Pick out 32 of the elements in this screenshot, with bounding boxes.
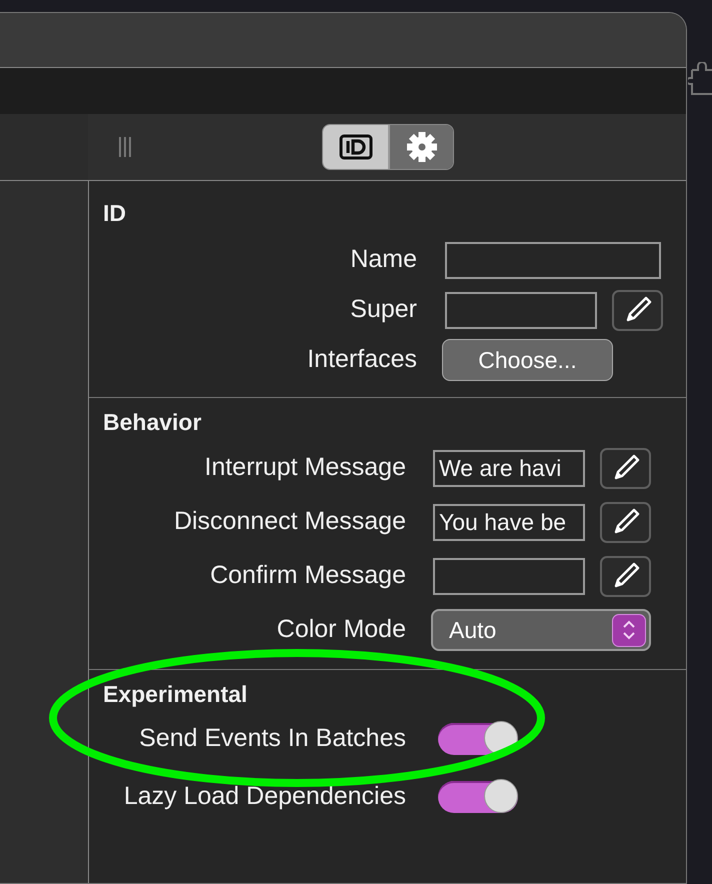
field-label: Lazy Load Dependencies [122, 781, 406, 812]
section-title: Behavior [103, 408, 202, 436]
toggle-switch[interactable] [438, 781, 518, 813]
edit-button[interactable] [612, 290, 663, 330]
section-title: ID [103, 199, 127, 227]
field-label: Send Events In Batches [138, 723, 406, 754]
choose-button[interactable]: Choose... [442, 339, 613, 381]
text-field[interactable]: You have be [433, 504, 585, 540]
field-label: Color Mode [276, 614, 406, 646]
select-field[interactable]: Auto [431, 609, 651, 651]
field-label: Interfaces [306, 344, 417, 376]
edit-button[interactable] [600, 448, 651, 488]
text-field[interactable]: We are havi [433, 450, 585, 486]
stepper-icon [612, 614, 646, 646]
text-field[interactable] [433, 558, 585, 594]
id-card-icon [338, 134, 372, 160]
field-label: Name [349, 244, 417, 276]
field-label: Disconnect Message [172, 506, 406, 538]
id-card-tab[interactable] [323, 125, 388, 169]
field-label: Confirm Message [209, 560, 406, 592]
settings-tab[interactable] [388, 125, 453, 169]
edit-button[interactable] [600, 556, 651, 596]
text-field[interactable] [445, 292, 597, 328]
puzzle-icon[interactable] [688, 62, 712, 98]
field-label: Super [349, 294, 417, 326]
field-label: Interrupt Message [204, 452, 406, 484]
edit-button[interactable] [600, 502, 651, 542]
section-title: Experimental [103, 680, 248, 708]
settings-icon [406, 131, 438, 163]
drag-handle-icon[interactable] [118, 137, 132, 157]
toggle-switch[interactable] [438, 723, 518, 755]
text-field[interactable] [445, 242, 661, 278]
